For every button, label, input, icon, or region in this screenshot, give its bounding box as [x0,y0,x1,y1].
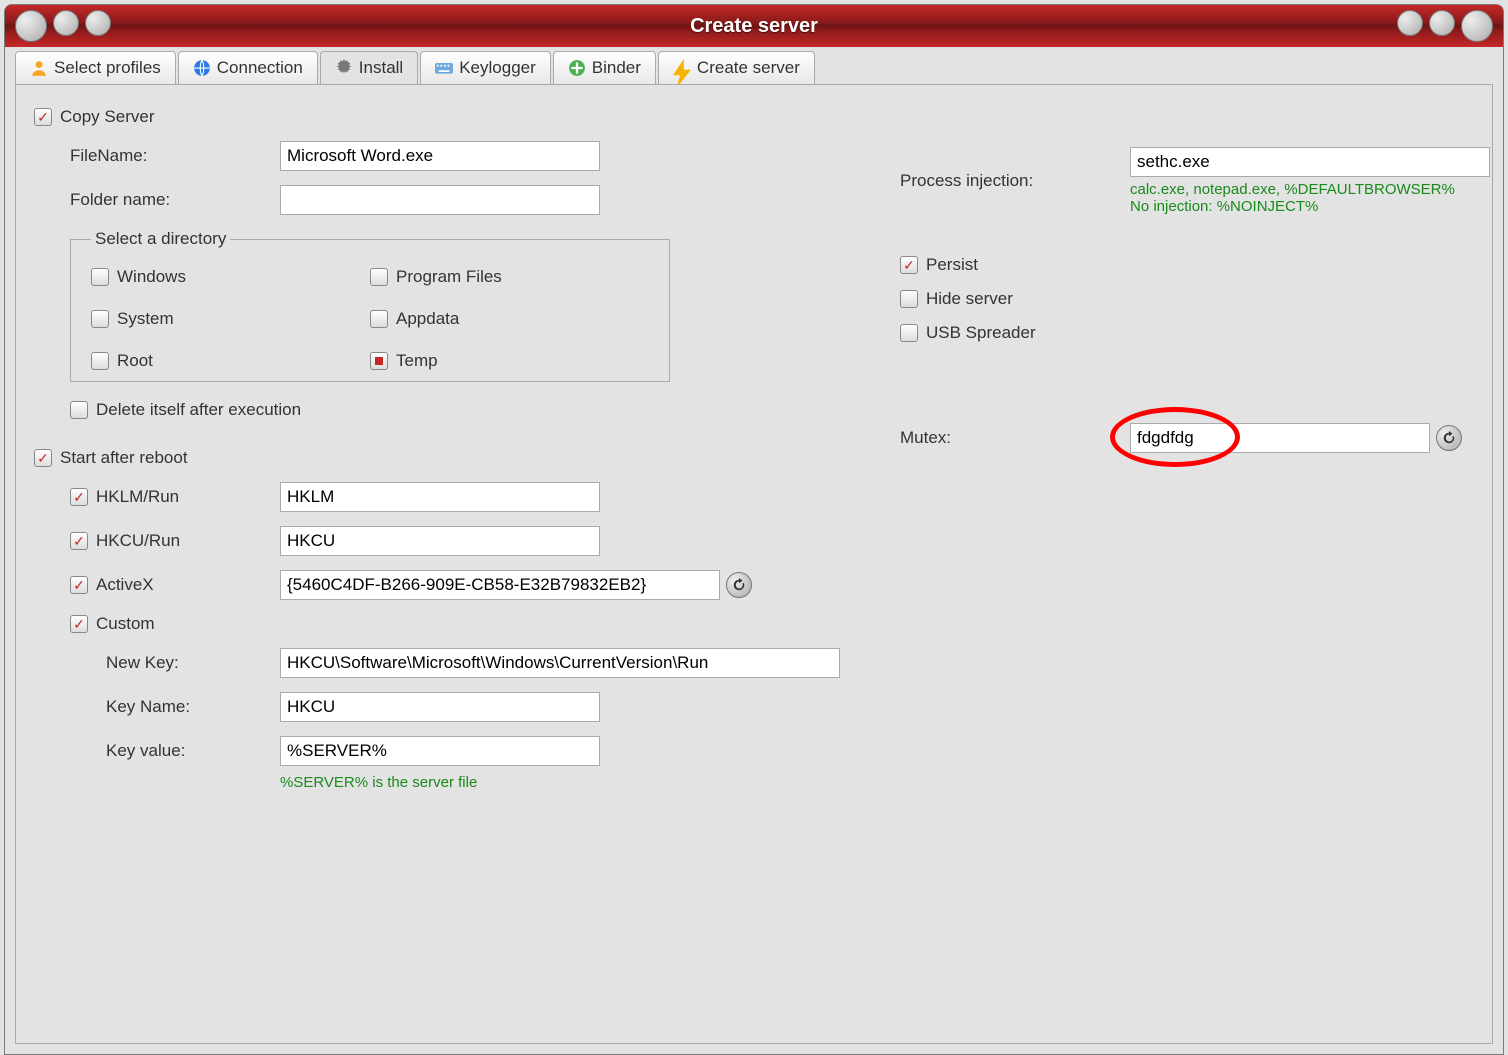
checkbox-icon [91,352,109,370]
user-icon [30,59,48,77]
dir-windows-checkbox[interactable]: Windows [91,267,370,287]
activex-regen-button[interactable] [726,572,752,598]
checkbox-icon [91,268,109,286]
right-column: Process injection: calc.exe, notepad.exe… [900,107,1490,805]
install-panel: Copy Server FileName: Folder name: Selec… [15,84,1493,1044]
hkcu-run-checkbox[interactable]: HKCU/Run [70,531,280,551]
dir-root-checkbox[interactable]: Root [91,351,370,371]
filename-label: FileName: [70,146,280,166]
titlebar: Create server [5,5,1503,47]
window-title: Create server [690,15,818,38]
window: Create server Select profiles Connection… [4,4,1504,1055]
bolt-icon [673,59,691,77]
tab-keylogger[interactable]: Keylogger [420,51,551,84]
keyvalue-hint: %SERVER% is the server file [280,774,477,791]
checkbox-icon [370,268,388,286]
newkey-label: New Key: [106,653,280,673]
tab-label: Install [359,58,403,78]
checkbox-icon [91,310,109,328]
tab-connection[interactable]: Connection [178,51,318,84]
checkbox-icon [70,488,88,506]
process-injection-hint-1: calc.exe, notepad.exe, %DEFAULTBROWSER% [1130,181,1490,198]
hide-server-checkbox[interactable]: Hide server [900,289,1013,309]
window-control-2[interactable] [53,10,79,36]
tab-create-server[interactable]: Create server [658,51,815,84]
keyboard-icon [435,59,453,77]
plus-icon [568,59,586,77]
keyname-input[interactable] [280,692,600,722]
checkbox-icon [34,108,52,126]
tab-install[interactable]: Install [320,51,418,84]
process-injection-input[interactable] [1130,147,1490,177]
left-column: Copy Server FileName: Folder name: Selec… [34,107,840,805]
persist-checkbox[interactable]: Persist [900,255,978,275]
checkbox-icon [70,576,88,594]
checkbox-icon [370,310,388,328]
window-control-min[interactable] [1397,10,1423,36]
mutex-label: Mutex: [900,428,1130,448]
window-control-max[interactable] [1429,10,1455,36]
activex-input[interactable] [280,570,720,600]
checkbox-icon [70,532,88,550]
window-control-1[interactable] [15,10,47,42]
directory-legend: Select a directory [91,229,230,249]
window-controls-right [1387,10,1503,42]
checkbox-icon [70,401,88,419]
process-injection-label: Process injection: [900,171,1130,191]
dir-temp-checkbox[interactable]: Temp [370,351,649,371]
filename-input[interactable] [280,141,600,171]
hklm-run-input[interactable] [280,482,600,512]
tab-label: Create server [697,58,800,78]
tab-label: Connection [217,58,303,78]
foldername-input[interactable] [280,185,600,215]
tab-select-profiles[interactable]: Select profiles [15,51,176,84]
window-control-close[interactable] [1461,10,1493,42]
dir-system-checkbox[interactable]: System [91,309,370,329]
usb-spreader-checkbox[interactable]: USB Spreader [900,323,1036,343]
start-after-reboot-checkbox[interactable]: Start after reboot [34,448,188,468]
checkbox-icon [370,352,388,370]
tab-binder[interactable]: Binder [553,51,656,84]
keyvalue-input[interactable] [280,736,600,766]
checkbox-icon [900,256,918,274]
dir-appdata-checkbox[interactable]: Appdata [370,309,649,329]
keyname-label: Key Name: [106,697,280,717]
tabs: Select profiles Connection Install Keylo… [5,47,1503,84]
tab-label: Binder [592,58,641,78]
activex-checkbox[interactable]: ActiveX [70,575,280,595]
window-control-3[interactable] [85,10,111,36]
directory-fieldset: Select a directory Windows Program Files… [70,229,670,382]
gear-icon [335,59,353,77]
globe-icon [193,59,211,77]
keyvalue-label: Key value: [106,741,280,761]
process-injection-hint-2: No injection: %NOINJECT% [1130,198,1490,215]
checkbox-icon [900,324,918,342]
window-controls-left [5,10,121,42]
dir-programfiles-checkbox[interactable]: Program Files [370,267,649,287]
tab-label: Select profiles [54,58,161,78]
newkey-input[interactable] [280,648,840,678]
copy-server-label: Copy Server [60,107,154,127]
delete-self-checkbox[interactable]: Delete itself after execution [70,400,301,420]
checkbox-icon [34,449,52,467]
checkbox-icon [70,615,88,633]
hklm-run-checkbox[interactable]: HKLM/Run [70,487,280,507]
hkcu-run-input[interactable] [280,526,600,556]
mutex-input[interactable] [1130,423,1430,453]
checkbox-icon [900,290,918,308]
tab-label: Keylogger [459,58,536,78]
foldername-label: Folder name: [70,190,280,210]
custom-checkbox[interactable]: Custom [70,614,280,634]
copy-server-checkbox[interactable]: Copy Server [34,107,154,127]
mutex-regen-button[interactable] [1436,425,1462,451]
